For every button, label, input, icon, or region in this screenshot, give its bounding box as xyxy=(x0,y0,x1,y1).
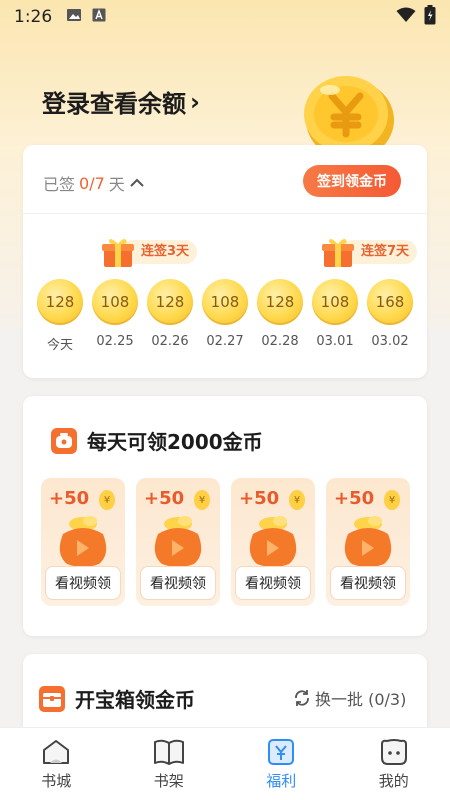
day-label: 02.27 xyxy=(206,334,244,349)
day-label: 03.02 xyxy=(371,334,409,349)
refresh-icon xyxy=(295,690,309,706)
tab-bookstore[interactable]: 书城 xyxy=(0,728,113,800)
day-coin: 128 xyxy=(147,279,193,325)
streak-badge-7: 连签7天 xyxy=(321,237,418,267)
signed-prefix: 已签 xyxy=(43,175,76,194)
day-coin: 108 xyxy=(202,279,248,325)
coin-icon: ¥ xyxy=(289,490,305,510)
video-task-title: 每天可领2000金币 xyxy=(51,426,263,455)
reward-amount: +50 xyxy=(239,488,280,509)
day-coin: 128 xyxy=(37,279,83,325)
tab-label: 我的 xyxy=(378,772,409,790)
watch-video-button[interactable]: 看视频领 xyxy=(330,566,406,600)
home-icon xyxy=(43,740,70,764)
chevron-up-icon xyxy=(130,178,144,187)
status-bar: 1:26 xyxy=(0,0,450,34)
refresh-label: 换一批 (0/3) xyxy=(315,690,407,709)
video-reward-tile[interactable]: +50 ¥ 看视频领 xyxy=(41,478,125,606)
piggy-bank-icon xyxy=(51,427,77,454)
tab-bookshelf[interactable]: 书架 xyxy=(113,728,226,800)
login-text: 登录查看余额 xyxy=(42,90,186,118)
day-label: 03.01 xyxy=(316,334,354,349)
tab-profile[interactable]: 我的 xyxy=(338,728,450,800)
chevron-right-icon: › xyxy=(190,87,200,116)
day-label: 今天 xyxy=(46,338,73,353)
gift-icon xyxy=(102,238,134,267)
day-coin: 108 xyxy=(92,279,138,325)
tab-label: 书城 xyxy=(41,772,72,790)
video-reward-tile[interactable]: +50 ¥ 看视频领 xyxy=(136,478,220,606)
tab-label: 福利 xyxy=(266,772,297,790)
reward-amount: +50 xyxy=(334,488,375,509)
money-bag-icon xyxy=(344,516,392,567)
battery-icon xyxy=(424,4,436,30)
wifi-icon xyxy=(396,7,416,28)
day-coin: 108 xyxy=(312,279,358,325)
video-task-card: 每天可领2000金币 +50 ¥ 看视频领 +50 ¥ 看视频领 +50 ¥ 看… xyxy=(23,396,427,636)
video-reward-tile[interactable]: +50 ¥ 看视频领 xyxy=(326,478,410,606)
tab-label: 书架 xyxy=(153,772,184,790)
refresh-button[interactable]: 换一批 (0/3) xyxy=(293,686,406,710)
streak-badge-3: 连签3天 xyxy=(101,237,198,267)
divider xyxy=(23,213,427,214)
status-time: 1:26 xyxy=(14,7,53,27)
coin-icon: ¥ xyxy=(99,490,115,510)
signin-button[interactable]: 签到领金币 xyxy=(303,165,401,197)
reward-amount: +50 xyxy=(144,488,185,509)
money-bag-icon xyxy=(249,516,297,567)
day-coin: 128 xyxy=(257,279,303,325)
watch-video-button[interactable]: 看视频领 xyxy=(235,566,311,600)
video-task-title-text: 每天可领2000金币 xyxy=(87,430,263,454)
login-balance-link[interactable]: 登录查看余额 › xyxy=(42,84,200,119)
book-icon xyxy=(153,739,184,765)
signed-suffix: 天 xyxy=(108,175,125,194)
video-reward-tile[interactable]: +50 ¥ 看视频领 xyxy=(231,478,315,606)
treasure-title: 开宝箱领金币 xyxy=(39,684,195,713)
yen-icon xyxy=(268,739,295,765)
reward-amount: +50 xyxy=(49,488,90,509)
money-bag-icon xyxy=(154,516,202,567)
coin-icon: ¥ xyxy=(384,490,400,510)
treasure-title-text: 开宝箱领金币 xyxy=(75,688,195,712)
a-icon xyxy=(92,7,106,27)
tab-welfare[interactable]: 福利 xyxy=(225,728,338,800)
signed-count: 0/7 xyxy=(79,173,105,193)
day-coin: 168 xyxy=(367,279,413,325)
image-icon xyxy=(66,7,82,27)
money-bag-icon xyxy=(59,516,107,567)
user-icon xyxy=(380,739,407,765)
treasure-chest-icon xyxy=(39,685,65,712)
signed-status[interactable]: 已签 0/7 天 xyxy=(43,171,145,195)
watch-video-button[interactable]: 看视频领 xyxy=(140,566,216,600)
signin-card: 已签 0/7 天 签到领金币 连签3天 连签7天 128 108 128 108… xyxy=(23,145,427,378)
day-label: 02.25 xyxy=(96,334,134,349)
watch-video-button[interactable]: 看视频领 xyxy=(45,566,121,600)
gift-icon xyxy=(322,238,354,267)
day-label: 02.28 xyxy=(261,334,299,349)
coin-icon: ¥ xyxy=(194,490,210,510)
bottom-tab-bar: 书城 书架 福利 我的 xyxy=(0,727,450,800)
day-label: 02.26 xyxy=(151,334,189,349)
